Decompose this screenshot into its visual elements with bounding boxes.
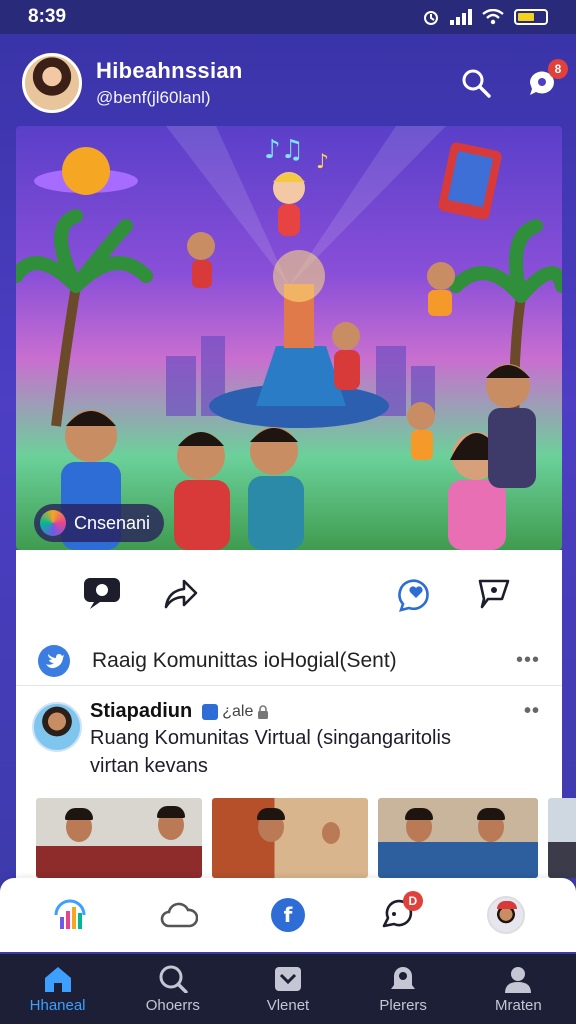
nav-home[interactable]: Hhaneal <box>8 965 108 1014</box>
notifications-button[interactable]: 8 <box>522 59 568 103</box>
reply-bubble-icon <box>478 579 510 609</box>
media-thumbnails <box>36 798 576 878</box>
profile-shortcut-button[interactable] <box>486 895 526 935</box>
hero-illustration[interactable]: ♪♫ ♪ Cnsenani <box>16 126 562 550</box>
hero-chip-label: Cnsenani <box>74 512 151 533</box>
nav-notifications[interactable]: Plerers <box>353 965 453 1014</box>
verified-icon <box>202 703 219 720</box>
feed-text-line-1: Ruang Komunitas Virtual (singangaritolis <box>90 727 451 749</box>
svg-text:♪: ♪ <box>316 149 329 173</box>
bird-icon <box>38 644 70 677</box>
comment-icon <box>84 578 120 609</box>
post-action-row <box>16 550 562 636</box>
feed-author-name[interactable]: Stiapadiun <box>90 700 192 723</box>
stats-button[interactable] <box>50 895 90 935</box>
share-arrow-icon <box>164 579 198 609</box>
feed-author-tag: ¿ale <box>202 703 269 721</box>
reply-button[interactable] <box>474 573 514 613</box>
profile-icon <box>505 966 532 993</box>
messages-badge: D <box>402 891 423 911</box>
wifi-icon <box>482 9 504 25</box>
avatar[interactable] <box>22 53 82 113</box>
cloud-icon <box>160 902 199 928</box>
media-thumbnail[interactable] <box>548 798 576 878</box>
pages-button[interactable]: f <box>268 895 308 935</box>
feed-text-line-2: virtan kevans <box>90 755 208 777</box>
media-thumbnail[interactable] <box>378 798 538 878</box>
alarm-icon <box>424 11 438 25</box>
messages-button[interactable]: D <box>377 891 423 935</box>
nav-home-label: Hhaneal <box>29 996 86 1014</box>
heart-bubble-icon <box>398 579 429 612</box>
pages-app-icon: f <box>270 898 305 932</box>
share-button[interactable] <box>160 573 200 613</box>
nav-notifications-label: Plerers <box>379 996 427 1014</box>
search-icon <box>159 965 188 993</box>
post-header-row[interactable]: Raaig Komunittas ioHogial(Sent) ••• <box>16 636 562 686</box>
nav-inbox-label: Vlenet <box>266 996 310 1014</box>
comment-button[interactable] <box>82 573 122 613</box>
bar-chart-icon <box>54 899 86 929</box>
svg-text:f: f <box>284 903 293 927</box>
battery-icon <box>514 9 548 25</box>
bottom-navigation: Hhaneal Ohoerrs Vlenet Plerers Mraten <box>0 954 576 1024</box>
svg-text:♪♫: ♪♫ <box>264 135 304 165</box>
status-time: 8:39 <box>28 6 67 27</box>
search-button[interactable] <box>456 63 496 103</box>
media-thumbnail[interactable] <box>36 798 202 878</box>
like-button[interactable] <box>396 573 436 613</box>
app-shortcut-row: f D <box>0 878 576 952</box>
signal-icon <box>450 9 472 25</box>
notification-badge: 8 <box>548 59 568 79</box>
hero-channel-chip[interactable]: Cnsenani <box>34 504 165 542</box>
user-avatar <box>486 896 525 934</box>
nav-search[interactable]: Ohoerrs <box>123 965 223 1014</box>
status-icons <box>422 8 548 26</box>
feed-author-avatar[interactable] <box>32 702 82 752</box>
media-thumbnail[interactable] <box>212 798 368 878</box>
nav-inbox[interactable]: Vlenet <box>238 965 338 1014</box>
search-icon <box>462 69 491 98</box>
home-icon <box>44 966 71 992</box>
feed-item[interactable]: Stiapadiun ¿ale •• Ruang Komunitas Virtu… <box>16 686 562 798</box>
nav-profile-label: Mraten <box>495 996 542 1014</box>
channel-logo-icon <box>40 510 66 536</box>
post-title: Raaig Komunittas ioHogial(Sent) <box>92 648 397 672</box>
profile-name: Hibeahnssian <box>96 58 243 83</box>
profile-header: Hibeahnssian @benf(jl60lanl) 8 <box>22 50 568 116</box>
nav-profile[interactable]: Mraten <box>468 965 568 1014</box>
lock-icon <box>258 704 269 719</box>
feed-more-button[interactable]: •• <box>524 700 540 723</box>
bell-icon <box>391 966 416 989</box>
post-more-button[interactable]: ••• <box>516 649 540 672</box>
community-scene-illustration: ♪♫ ♪ <box>16 126 562 550</box>
nav-search-label: Ohoerrs <box>145 996 200 1014</box>
feed-tag-label: ¿ale <box>222 702 254 720</box>
inbox-icon <box>274 966 301 991</box>
cloud-button[interactable] <box>159 895 199 935</box>
profile-handle: @benf(jl60lanl) <box>96 88 211 107</box>
status-bar: 8:39 <box>0 0 576 34</box>
